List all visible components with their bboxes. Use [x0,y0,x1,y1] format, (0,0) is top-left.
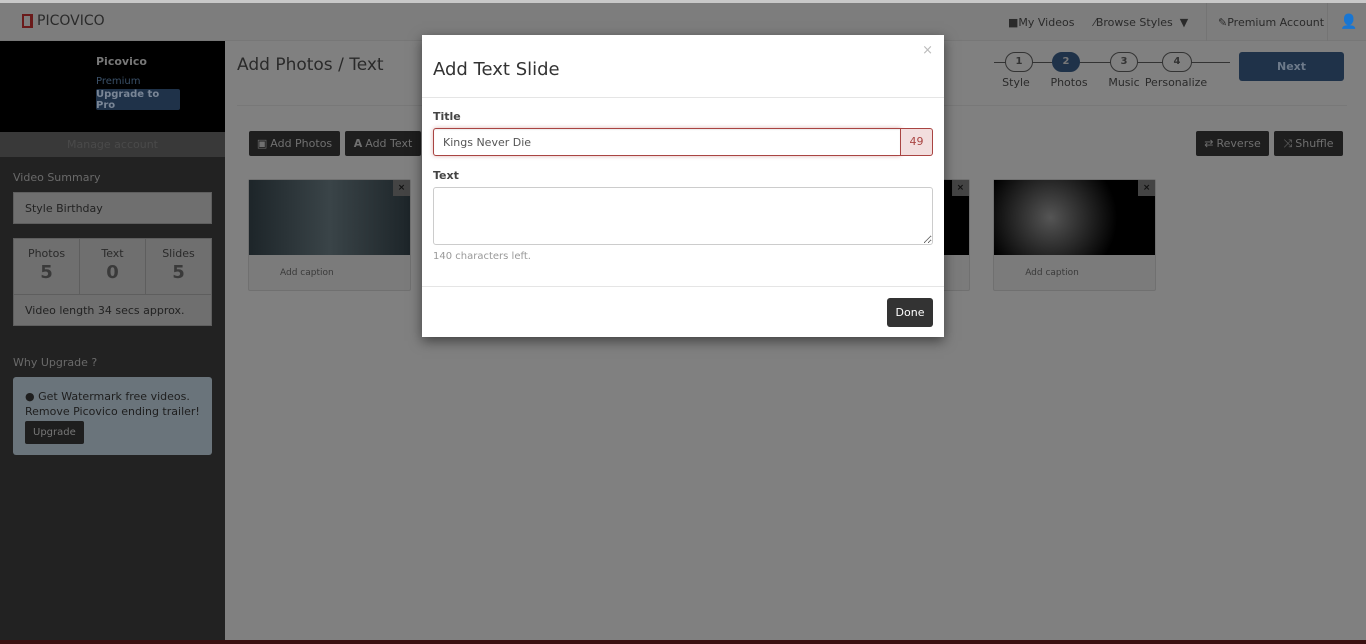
photo-thumbnail [994,180,1156,255]
photo-card[interactable]: × Add caption [248,179,411,291]
page-title: Add Photos / Text [237,55,384,75]
stat-slides: Slides 5 [162,247,195,283]
account-panel: Picovico Premium Upgrade to Pro [0,41,225,132]
sidebar: Picovico Premium Upgrade to Pro Manage a… [0,41,225,644]
account-name: Picovico [96,55,147,68]
text-label: Text [433,169,459,182]
logo[interactable]: PICOVICO [22,13,105,29]
why-line: Get Watermark free videos. [38,390,190,403]
step-1[interactable]: 1 [1005,52,1033,72]
image-icon: ▣ [256,137,268,150]
bottom-strip [0,640,1366,644]
exchange-icon: ⇄ [1204,137,1214,150]
random-icon: ⤨ [1283,136,1293,150]
title-char-counter: 49 [901,128,933,156]
step-3[interactable]: 3 [1110,52,1138,72]
stat-text: Text 0 [80,239,146,294]
divider [422,286,944,287]
nav-my-videos[interactable]: ■ My Videos [1008,3,1074,41]
step-label: Personalize [1144,76,1208,89]
why-line: Remove Picovico ending trailer! [25,405,200,418]
caret-down-icon: ▼ [1172,15,1189,29]
stat-photos: Photos 5 [14,239,80,294]
video-camera-icon: ■ [1008,15,1019,29]
upgrade-button[interactable]: Upgrade [25,421,84,444]
caption-field[interactable]: Add caption [1025,268,1079,278]
modal-title: Add Text Slide [433,59,560,80]
nav-premium-account[interactable]: ✎ Premium Account [1218,3,1324,41]
logo-text: PICOVICO [37,13,105,29]
title-label: Title [433,110,461,123]
remove-photo-icon[interactable]: × [1138,180,1156,196]
info-icon: ● [25,390,35,403]
photo-thumbnail [249,180,410,255]
text-textarea[interactable] [433,187,933,245]
style-summary: Style Birthday [13,192,212,224]
reverse-button[interactable]: ⇄ Reverse [1196,131,1269,156]
nav-label: Premium Account [1227,15,1325,29]
photo-card[interactable]: × Add caption [993,179,1157,291]
manage-account-link[interactable]: Manage account [0,132,225,157]
video-length: Video length 34 secs approx. [25,304,185,317]
title-input[interactable] [433,128,901,156]
step-4[interactable]: 4 [1162,52,1192,72]
nav-label: Browse Styles [1095,15,1173,29]
upgrade-to-pro-button[interactable]: Upgrade to Pro [96,89,180,111]
add-text-slide-modal: Add Text Slide × Title 49 Text 140 chara… [422,35,944,337]
user-icon[interactable]: 👤 [1340,3,1357,41]
caption-field[interactable]: Add caption [280,268,334,278]
nav-browse-styles[interactable]: ⁄ Browse Styles ▼ [1094,3,1188,41]
divider [1206,3,1207,41]
remove-photo-icon[interactable]: × [393,180,410,196]
stats-box: Photos 5 Text 0 Slides 5 Video length 34 se… [13,238,212,326]
done-button[interactable]: Done [887,298,933,327]
remove-photo-icon[interactable]: × [951,180,969,196]
shuffle-button[interactable]: ⤨ Shuffle [1274,131,1343,156]
upgrade-info-box: ● Get Watermark free videos. Remove Pico… [13,377,212,455]
logo-icon [22,14,33,28]
video-summary-heading: Video Summary [13,171,101,184]
close-icon[interactable]: × [922,43,933,58]
chars-left: 140 characters left. [433,251,531,262]
pen-icon: ✎ [1218,15,1228,29]
account-plan: Premium [96,76,141,87]
divider [422,97,944,98]
divider [1327,3,1328,41]
font-icon: A [353,137,363,150]
next-button[interactable]: Next [1239,52,1344,81]
add-text-button[interactable]: A Add Text [345,131,421,156]
why-upgrade-heading: Why Upgrade ? [13,356,98,369]
step-2[interactable]: 2 [1052,52,1080,72]
nav-label: My Videos [1018,15,1075,29]
add-photos-button[interactable]: ▣ Add Photos [249,131,340,156]
